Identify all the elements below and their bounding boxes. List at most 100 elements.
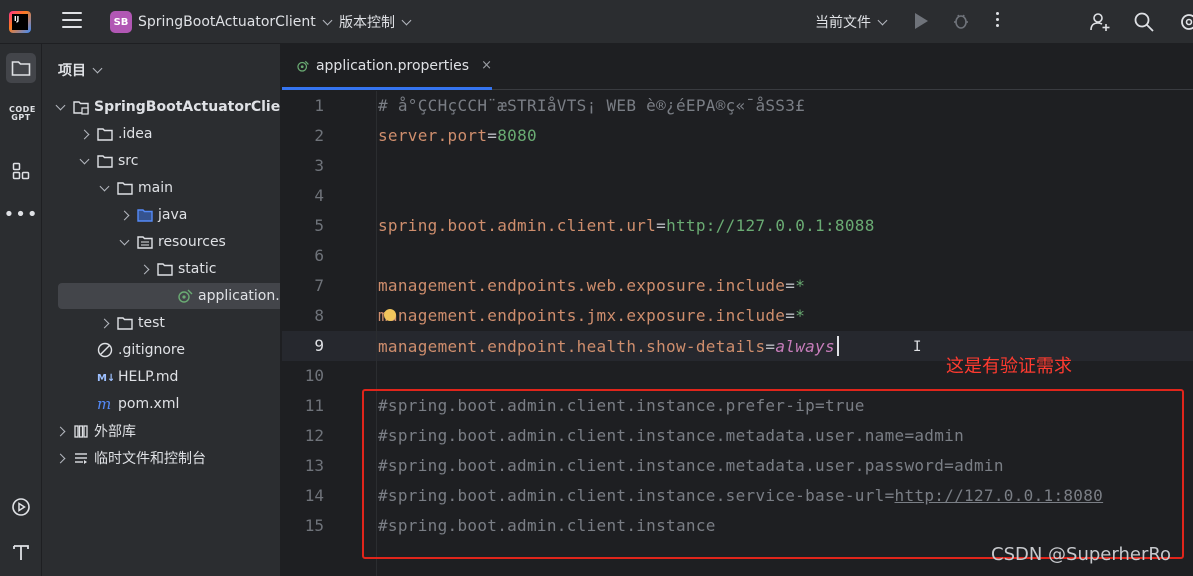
tree-item[interactable]: java (42, 202, 280, 228)
chevron-right-icon[interactable] (138, 262, 152, 276)
title-bar: IJ SB SpringBootActuatorClient 版本控制 当前文件 (0, 0, 1193, 44)
lightbulb-icon[interactable] (384, 309, 396, 321)
mouse-ibeam-cursor-icon: I (913, 339, 922, 355)
source-folder-icon (137, 209, 153, 222)
chevron-down-icon[interactable] (118, 235, 132, 249)
line-number[interactable]: 14 (284, 486, 324, 505)
tree-item-label: java (158, 207, 188, 223)
line-number[interactable]: 11 (284, 396, 324, 415)
line-number[interactable]: 5 (284, 216, 324, 235)
code-line[interactable]: # å°ÇCHçCCH¨æSTRIåVTS¡ WEB è®¿éEPA®ç«¯åS… (378, 96, 805, 115)
chevron-right-icon[interactable] (98, 316, 112, 330)
run-services-icon[interactable] (6, 492, 36, 522)
code-line[interactable]: management.endpoints.jmx.exposure.includ… (378, 306, 805, 325)
chevron-down-icon[interactable] (78, 154, 92, 168)
project-panel: 项目 SpringBootActuatorClient .idea src main j… (42, 44, 281, 576)
line-number[interactable]: 7 (284, 276, 324, 295)
comment-text: # å°ÇCHçCCH¨æSTRIåVTS¡ WEB è®¿éEPA®ç«¯åS… (378, 96, 806, 115)
more-icon[interactable]: ••• (4, 200, 38, 230)
run-config-selector[interactable]: 当前文件 (815, 8, 888, 36)
tree-item-label: .idea (118, 126, 153, 142)
equals-sign: = (785, 276, 796, 295)
tree-item[interactable]: resources (42, 229, 280, 255)
chevron-down-icon[interactable] (98, 181, 112, 195)
structure-icon[interactable] (6, 156, 36, 186)
tree-item[interactable]: 临时文件和控制台 (42, 445, 280, 471)
tree-item[interactable]: 外部库 (42, 418, 280, 444)
tree-item-label: application.properties (198, 288, 280, 304)
editor-area: application.properties × 1 2 3 4 5 6 7 8 9 10 11 12… (282, 44, 1193, 576)
project-badge: SB (110, 11, 132, 33)
codegpt-icon[interactable]: CODE GPT (6, 99, 36, 129)
debug-icon[interactable] (952, 12, 970, 30)
gear-icon[interactable] (1178, 11, 1193, 33)
tree-item[interactable]: src (42, 148, 280, 174)
project-name: SpringBootActuatorClient (138, 14, 316, 30)
chevron-down-icon[interactable] (54, 100, 68, 114)
line-number[interactable]: 1 (284, 96, 324, 115)
tree-item-label: src (118, 153, 139, 169)
property-key: spring.boot.admin.client.url (378, 216, 657, 235)
project-panel-header[interactable]: 项目 (58, 60, 103, 80)
chevron-right-icon[interactable] (118, 208, 132, 222)
tree-item-label: HELP.md (118, 369, 179, 385)
close-icon[interactable]: × (481, 58, 492, 73)
tab-application-properties[interactable]: application.properties × (282, 44, 492, 90)
maven-icon: m (97, 396, 111, 412)
code-line[interactable]: management.endpoint.health.show-details=… (378, 336, 839, 356)
tool-window-strip: CODE GPT ••• (0, 44, 42, 576)
line-number-gutter: 1 2 3 4 5 6 7 8 9 10 11 12 13 14 15 (282, 91, 342, 576)
search-icon[interactable] (1133, 11, 1155, 33)
main-menu-icon[interactable] (62, 12, 82, 30)
chevron-right-icon[interactable] (54, 424, 68, 438)
svg-text:M↓: M↓ (97, 373, 113, 384)
vcs-label: 版本控制 (339, 15, 395, 31)
line-number[interactable]: 9 (284, 336, 324, 355)
tree-item-label: 外部库 (94, 424, 136, 440)
library-icon (74, 425, 88, 438)
chevron-down-icon (877, 15, 888, 25)
code-line[interactable]: spring.boot.admin.client.url=http://127.… (378, 216, 875, 235)
tree-item[interactable]: .idea (42, 121, 280, 147)
intellij-logo-icon[interactable]: IJ (9, 11, 31, 33)
code-line[interactable]: management.endpoints.web.exposure.includ… (378, 276, 805, 295)
code-line[interactable]: server.port=8080 (378, 126, 537, 145)
tree-item-label: main (138, 180, 173, 196)
line-number[interactable]: 3 (284, 156, 324, 175)
property-value: 8080 (497, 126, 537, 145)
tree-item[interactable]: application.properties (58, 283, 280, 309)
line-number[interactable]: 4 (284, 186, 324, 205)
project-switcher[interactable]: SB SpringBootActuatorClient (106, 8, 335, 36)
property-value: always (775, 337, 835, 356)
tree-item[interactable]: SpringBootActuatorClient (42, 94, 280, 120)
property-key: management.endpoints.jmx.exposure.includ… (378, 306, 786, 325)
tree-item[interactable]: M↓ HELP.md (42, 364, 280, 390)
run-config-label: 当前文件 (815, 15, 871, 31)
chevron-right-icon[interactable] (54, 451, 68, 465)
terminal-icon[interactable] (6, 538, 36, 568)
chevron-right-icon[interactable] (78, 127, 92, 141)
line-number[interactable]: 10 (284, 366, 324, 385)
vcs-menu[interactable]: 版本控制 (339, 8, 412, 36)
add-user-icon[interactable] (1089, 11, 1111, 33)
line-number[interactable]: 6 (284, 246, 324, 265)
more-actions-icon[interactable] (996, 12, 1000, 30)
run-icon[interactable] (915, 13, 928, 29)
properties-file-icon (297, 60, 309, 72)
tree-item-label: test (138, 315, 165, 331)
tree-item[interactable]: static (42, 256, 280, 282)
tree-item[interactable]: .gitignore (42, 337, 280, 363)
line-number[interactable]: 2 (284, 126, 324, 145)
line-number[interactable]: 8 (284, 306, 324, 325)
tree-item[interactable]: test (42, 310, 280, 336)
line-number[interactable]: 13 (284, 456, 324, 475)
project-folder-icon[interactable] (6, 53, 36, 83)
tree-item[interactable]: main (42, 175, 280, 201)
annotation-box (362, 389, 1184, 559)
watermark: CSDN @SuperherRo (991, 544, 1172, 565)
tree-item[interactable]: m pom.xml (42, 391, 280, 417)
line-number[interactable]: 12 (284, 426, 324, 445)
equals-sign: = (785, 306, 796, 325)
line-number[interactable]: 15 (284, 516, 324, 535)
chevron-down-icon (92, 63, 103, 73)
